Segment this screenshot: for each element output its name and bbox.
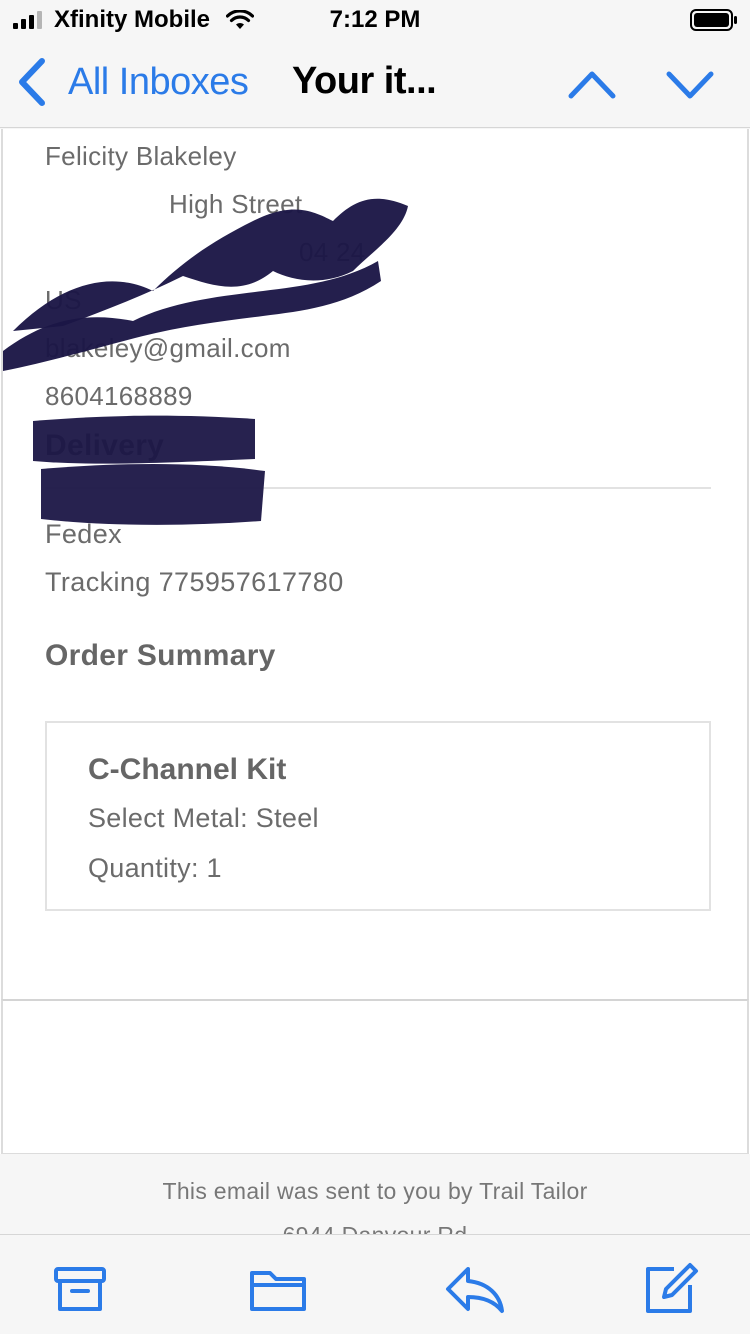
archive-icon[interactable]	[48, 1259, 112, 1319]
product-name: C-Channel Kit	[88, 753, 287, 786]
status-bar: Xfinity Mobile 7:12 PM	[0, 0, 750, 42]
compose-icon[interactable]	[640, 1259, 704, 1319]
product-quantity: Quantity: 1	[88, 853, 222, 883]
battery-icon	[690, 9, 737, 31]
previous-message-chevron-up-icon[interactable]	[566, 64, 618, 104]
tracking-number[interactable]: Tracking 775957617780	[45, 567, 344, 598]
reply-icon[interactable]	[442, 1259, 506, 1319]
country: US	[45, 285, 82, 315]
order-summary-heading: Order Summary	[45, 639, 276, 672]
city-zip: 04 24	[299, 237, 366, 267]
order-item-box: C-Channel Kit Select Metal: Steel Quanti…	[45, 721, 711, 911]
mail-navigation-bar: All Inboxes Your it...	[0, 42, 750, 128]
customer-phone[interactable]: 8604168889	[45, 381, 193, 412]
status-time: 7:12 PM	[329, 6, 421, 33]
email-spacer-box	[1, 999, 749, 1154]
back-label: All Inboxes	[68, 60, 249, 103]
email-content[interactable]: Felicity Blakeley High Street 04 24 US b…	[0, 129, 750, 1154]
section-divider	[45, 487, 711, 489]
customer-email[interactable]: blakeley@gmail.com	[45, 333, 291, 364]
product-option: Select Metal: Steel	[88, 803, 319, 833]
folder-icon[interactable]	[246, 1259, 310, 1319]
footer-sender-note: This email was sent to you by Trail Tail…	[162, 1178, 588, 1204]
delivery-heading: Delivery	[45, 429, 165, 462]
next-message-chevron-down-icon[interactable]	[664, 64, 716, 104]
order-details-card: Felicity Blakeley High Street 04 24 US b…	[1, 129, 749, 1130]
customer-name: Felicity Blakeley	[45, 141, 237, 171]
chevron-left-icon	[19, 58, 45, 106]
mail-toolbar	[0, 1234, 750, 1334]
back-to-inboxes-button[interactable]: All Inboxes	[14, 54, 249, 110]
street-address: High Street	[169, 189, 303, 219]
shipping-carrier: Fedex	[45, 519, 123, 549]
email-subject-title: Your it...	[292, 60, 437, 102]
